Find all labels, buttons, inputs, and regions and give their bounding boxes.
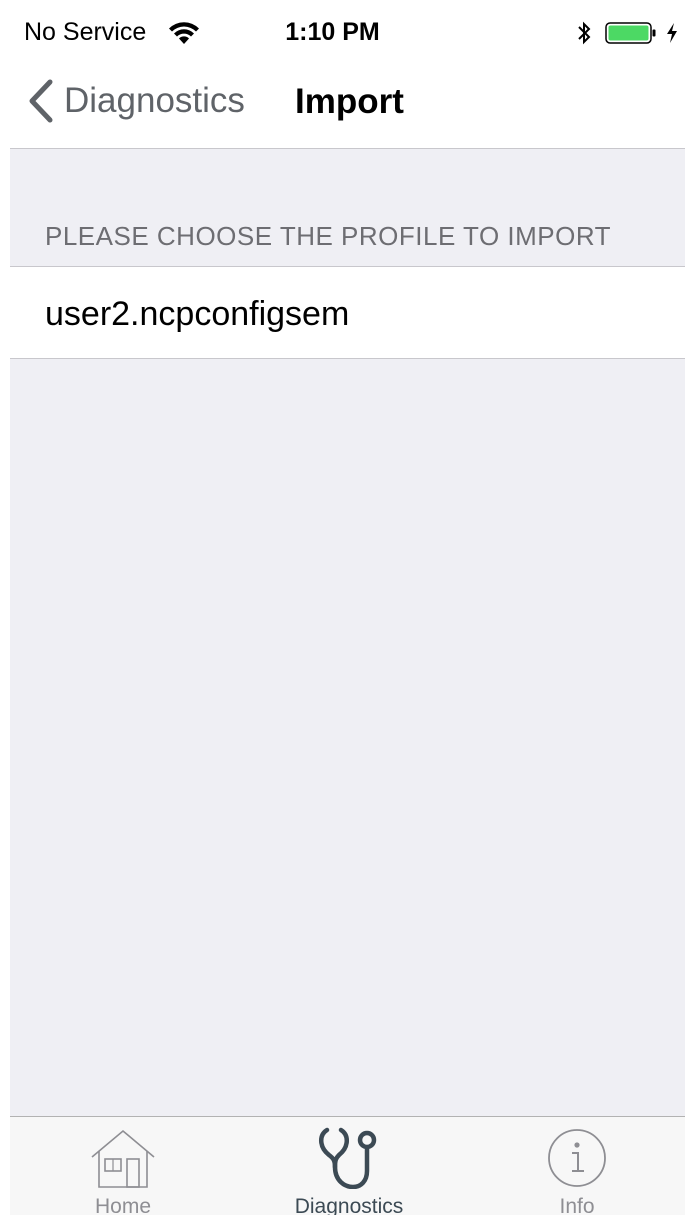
back-button[interactable]: Diagnostics bbox=[26, 76, 245, 126]
tab-info[interactable]: Info bbox=[463, 1117, 685, 1215]
profile-row[interactable]: user2.ncpconfigsem bbox=[0, 266, 685, 359]
screen: No Service 1:10 PM Diagnostics Import PL… bbox=[0, 0, 685, 1215]
tab-diagnostics[interactable]: Diagnostics bbox=[235, 1117, 463, 1215]
charging-icon bbox=[667, 23, 677, 43]
chevron-left-icon bbox=[29, 79, 53, 123]
back-button-label: Diagnostics bbox=[64, 81, 245, 120]
info-icon bbox=[548, 1129, 606, 1187]
battery-icon bbox=[605, 22, 656, 44]
section-header: PLEASE CHOOSE THE PROFILE TO IMPORT bbox=[45, 221, 612, 251]
tab-diagnostics-label: Diagnostics bbox=[294, 1195, 404, 1215]
tab-bar: Home Diagnostics Info bbox=[0, 1116, 685, 1215]
content-area: PLEASE CHOOSE THE PROFILE TO IMPORT user… bbox=[0, 149, 685, 1116]
navigation-bar: Diagnostics Import bbox=[0, 62, 685, 149]
tab-home[interactable]: Home bbox=[9, 1117, 237, 1215]
stethoscope-icon bbox=[319, 1127, 377, 1189]
bluetooth-icon bbox=[578, 21, 591, 45]
tab-info-label: Info bbox=[559, 1195, 595, 1215]
status-bar: No Service 1:10 PM bbox=[0, 0, 685, 62]
profile-row-label: user2.ncpconfigsem bbox=[45, 295, 350, 333]
home-icon bbox=[91, 1129, 155, 1188]
left-edge-strip bbox=[0, 0, 10, 1215]
page-title: Import bbox=[295, 82, 404, 121]
tab-home-label: Home bbox=[94, 1195, 152, 1215]
